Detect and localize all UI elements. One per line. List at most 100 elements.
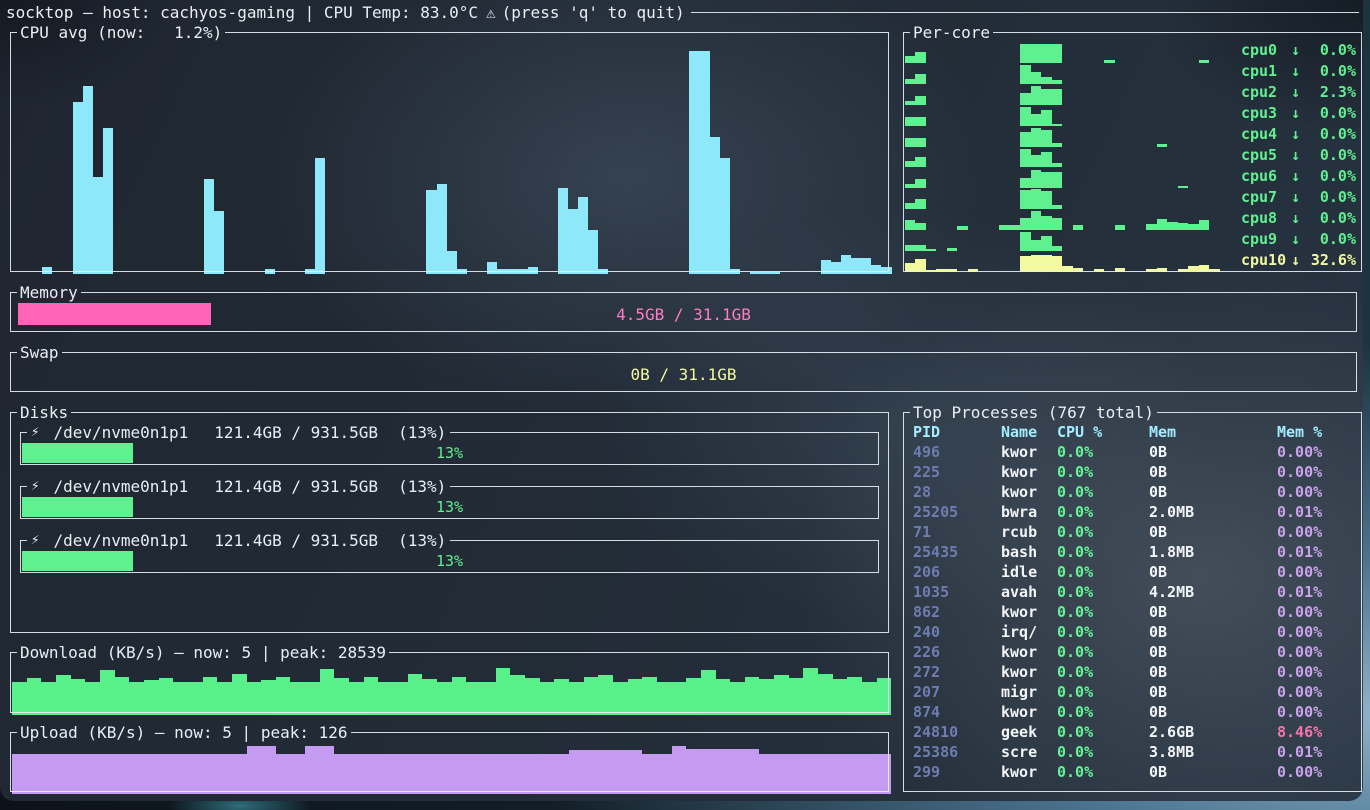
- spark-bar: [558, 188, 568, 274]
- core-usage-value: 0.0%: [1304, 167, 1356, 185]
- spark-bar: [93, 177, 103, 274]
- disk-device: /dev/nvme0n1p1: [53, 531, 188, 550]
- top-processes-panel: Top Processes (767 total) PID Name CPU %…: [903, 404, 1362, 792]
- per-core-panel: Per-core cpu0 ↓ 0.0% cpu1 ↓ 0.0% cpu2 ↓ …: [903, 24, 1362, 272]
- spark-bar: [540, 754, 555, 794]
- disk-list: ⚡ /dev/nvme0n1p1 121.4GB / 931.5GB (13%)…: [20, 424, 879, 586]
- core-label: cpu8 ↓ 0.0%: [1241, 209, 1356, 227]
- spark-bar: [85, 754, 100, 794]
- top-processes-title: Top Processes (767 total): [910, 403, 1157, 422]
- process-cpu: 0.0%: [1057, 762, 1149, 782]
- core-spark-chart: [905, 188, 1230, 209]
- per-core-row: cpu2 ↓ 2.3%: [905, 82, 1360, 103]
- spark-bar: [100, 754, 115, 794]
- disk-gauge: 13%: [21, 549, 878, 573]
- spark-bar: [1041, 255, 1051, 272]
- disk-percent: (13%): [398, 531, 446, 550]
- spark-bar: [926, 270, 936, 272]
- process-pid: 874: [913, 702, 1001, 722]
- spark-bar: [568, 209, 578, 274]
- spark-bar: [672, 746, 687, 794]
- process-cpu: 0.0%: [1057, 642, 1149, 662]
- spark-bar: [847, 754, 862, 794]
- process-mem: 0B: [1149, 762, 1277, 782]
- spark-bar: [657, 682, 672, 715]
- spark-bar: [862, 682, 877, 715]
- spark-bar: [41, 754, 56, 794]
- process-pid: 862: [913, 602, 1001, 622]
- process-name: geek: [1001, 722, 1057, 742]
- spark-bar: [672, 682, 687, 715]
- spark-bar: [686, 749, 701, 794]
- spark-bar: [173, 754, 188, 794]
- spark-bar: [569, 682, 584, 715]
- spark-bar: [628, 679, 643, 715]
- memory-title: Memory: [17, 283, 81, 302]
- spark-bar: [730, 749, 745, 794]
- process-row: 225 kwor 0.0% 0B 0.00%: [913, 462, 1362, 482]
- process-name: kwor: [1001, 482, 1057, 502]
- spark-bar: [83, 86, 93, 274]
- disk-usage: 121.4GB / 931.5GB: [214, 423, 378, 442]
- spark-bar: [554, 679, 569, 715]
- process-cpu: 0.0%: [1057, 522, 1149, 542]
- core-usage-value: 0.0%: [1304, 188, 1356, 206]
- core-spark-chart: [905, 230, 1230, 251]
- core-label: cpu6 ↓ 0.0%: [1241, 167, 1356, 185]
- spark-bar: [821, 260, 831, 274]
- spark-bar: [1188, 266, 1198, 272]
- spark-bar: [507, 269, 517, 274]
- spark-bar: [27, 754, 42, 794]
- process-cpu: 0.0%: [1057, 602, 1149, 622]
- spark-bar: [437, 682, 452, 715]
- per-core-row: cpu10 ↓ 32.6%: [905, 249, 1360, 270]
- spark-bar: [1199, 265, 1209, 272]
- core-spark-chart: [905, 167, 1230, 188]
- spark-bar: [716, 749, 731, 794]
- spark-bar: [497, 269, 507, 274]
- process-row: 272 kwor 0.0% 0B 0.00%: [913, 662, 1362, 682]
- spark-bar: [745, 677, 760, 715]
- spark-bar: [1052, 256, 1062, 272]
- spark-bar: [408, 754, 423, 794]
- process-pid: 226: [913, 642, 1001, 662]
- per-core-row: cpu9 ↓ 0.0%: [905, 228, 1360, 249]
- spark-bar: [173, 682, 188, 715]
- spark-bar: [770, 272, 780, 274]
- spark-bar: [393, 682, 408, 715]
- spark-bar: [437, 754, 452, 794]
- process-mem: 0B: [1149, 562, 1277, 582]
- core-spark-chart: [905, 84, 1230, 105]
- spark-bar: [320, 746, 335, 794]
- spark-bar: [1146, 269, 1156, 272]
- process-row: 496 kwor 0.0% 0B 0.00%: [913, 442, 1362, 462]
- spark-bar: [203, 677, 218, 715]
- core-spark-chart: [905, 209, 1230, 230]
- spark-bar: [12, 682, 27, 715]
- swap-title: Swap: [17, 343, 62, 362]
- download-title: Download (KB/s) — now: 5 | peak: 28539: [17, 643, 389, 662]
- spark-bar: [364, 754, 379, 794]
- core-label: cpu2 ↓ 2.3%: [1241, 83, 1356, 101]
- process-pid: 1035: [913, 582, 1001, 602]
- core-label: cpu4 ↓ 0.0%: [1241, 125, 1356, 143]
- process-mem-pct: 0.00%: [1277, 482, 1362, 502]
- spark-bar: [774, 754, 789, 794]
- spark-bar: [393, 754, 408, 794]
- spark-bar: [745, 749, 760, 794]
- spark-bar: [517, 269, 527, 274]
- spark-bar: [578, 197, 588, 274]
- spark-bar: [103, 128, 113, 274]
- warning-icon: ⚠: [486, 3, 496, 22]
- core-name: cpu8: [1241, 209, 1287, 227]
- core-name: cpu7: [1241, 188, 1287, 206]
- spark-bar: [720, 158, 730, 274]
- spark-bar: [247, 682, 262, 715]
- process-row: 1035 avah 0.0% 4.2MB 0.01%: [913, 582, 1362, 602]
- spark-bar: [861, 258, 871, 274]
- down-arrow-icon: ↓: [1291, 251, 1300, 269]
- spark-bar: [642, 754, 657, 794]
- spark-bar: [496, 668, 511, 715]
- down-arrow-icon: ↓: [1291, 230, 1300, 248]
- process-cpu: 0.0%: [1057, 742, 1149, 762]
